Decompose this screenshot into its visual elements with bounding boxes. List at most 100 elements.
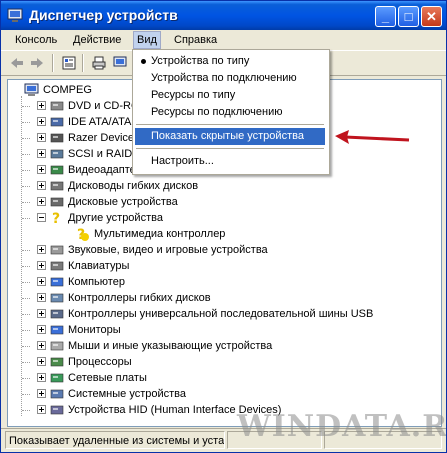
tree-category-label: Процессоры <box>68 356 132 368</box>
expand-toggle-icon[interactable] <box>37 181 46 190</box>
properties-icon[interactable] <box>61 55 77 71</box>
title-bar[interactable]: Диспетчер устройств _ □ ✕ <box>1 1 446 30</box>
hid-device-icon <box>50 405 64 415</box>
tree-category-label: IDE ATA/ATAI <box>68 116 135 128</box>
expand-toggle-icon[interactable] <box>37 293 46 302</box>
tree-device-label: Мультимедиа контроллер <box>94 228 226 240</box>
menu-item-label: Устройства по подключению <box>151 72 297 84</box>
expand-toggle-icon[interactable] <box>37 149 46 158</box>
expand-toggle-icon[interactable] <box>37 357 46 366</box>
tree-category-label: Контроллеры универсальной последовательн… <box>68 308 374 320</box>
tree-connector <box>22 330 30 331</box>
close-button[interactable]: ✕ <box>421 6 442 27</box>
expand-toggle-icon[interactable] <box>37 101 46 110</box>
menu-view[interactable]: Вид <box>133 31 161 49</box>
floppy-controller-icon <box>50 293 64 303</box>
floppy-drive-icon <box>50 181 64 191</box>
expand-toggle-icon[interactable] <box>37 245 46 254</box>
dvd-drive-icon <box>50 101 64 111</box>
system-device-icon <box>50 389 64 399</box>
tree-connector <box>21 96 22 416</box>
mouse-icon <box>50 341 64 351</box>
expand-toggle-icon[interactable] <box>37 165 46 174</box>
tree-connector <box>22 186 30 187</box>
menu-separator <box>136 124 324 125</box>
scan-hardware-icon[interactable] <box>113 55 129 71</box>
tree-connector <box>22 266 30 267</box>
expand-toggle-icon[interactable] <box>37 373 46 382</box>
tree-category-label: SCSI и RAID <box>68 148 133 160</box>
menu-help[interactable]: Справка <box>171 32 220 48</box>
tree-root-label: COMPEG <box>43 84 92 96</box>
view-menu-item-resources-by-type[interactable]: Ресурсы по типу <box>135 87 325 104</box>
tree-connector <box>22 346 30 347</box>
menu-action[interactable]: Действие <box>70 32 124 48</box>
menu-separator <box>136 148 324 149</box>
view-menu-item-show-hidden-devices[interactable]: Показать скрытые устройства <box>135 128 325 145</box>
view-menu-item-customize[interactable]: Настроить... <box>135 153 325 170</box>
expand-toggle-icon[interactable] <box>37 133 46 142</box>
tree-connector <box>22 362 30 363</box>
view-menu-item-devices-by-connection[interactable]: Устройства по подключению <box>135 70 325 87</box>
window-title: Диспетчер устройств <box>29 7 178 23</box>
razer-device-icon <box>50 133 64 143</box>
sound-device-icon <box>50 245 64 255</box>
tree-connector <box>22 218 30 219</box>
expand-toggle-icon[interactable] <box>37 277 46 286</box>
expand-toggle-icon[interactable] <box>37 309 46 318</box>
toolbar-separator <box>82 54 84 72</box>
view-menu-item-devices-by-type[interactable]: Устройства по типу <box>135 53 325 70</box>
tree-connector <box>22 394 30 395</box>
tree-category-label: Звуковые, видео и игровые устройства <box>68 244 268 256</box>
unknown-device-warning-icon: ? <box>77 227 89 242</box>
print-icon[interactable] <box>91 55 107 71</box>
expand-toggle-icon[interactable] <box>37 341 46 350</box>
tree-connector <box>22 314 30 315</box>
tree-category-label: Мониторы <box>68 324 121 336</box>
red-arrow-annotation <box>335 130 410 144</box>
radio-bullet-icon <box>141 59 146 64</box>
tree-category-label: Системные устройства <box>68 388 187 400</box>
status-text: Показывает удаленные из системы и уста <box>5 431 225 449</box>
usb-controller-icon <box>50 309 64 319</box>
computer-icon <box>24 83 39 96</box>
menu-item-label: Ресурсы по типу <box>151 89 236 101</box>
watermark: WINDATA.RU <box>237 409 447 444</box>
menu-item-label: Настроить... <box>151 155 214 167</box>
disk-drive-icon <box>50 197 64 207</box>
expand-toggle-icon[interactable] <box>37 261 46 270</box>
processor-icon <box>50 357 64 367</box>
expand-toggle-icon[interactable] <box>37 325 46 334</box>
tree-connector <box>22 170 30 171</box>
menu-item-label: Показать скрытые устройства <box>151 130 304 142</box>
unknown-device-icon: ? <box>52 211 60 226</box>
tree-connector <box>22 106 30 107</box>
tree-category-label: DVD и CD-RO <box>68 100 140 112</box>
view-menu-item-resources-by-connection[interactable]: Ресурсы по подключению <box>135 104 325 121</box>
minimize-button[interactable]: _ <box>375 6 396 27</box>
maximize-button[interactable]: □ <box>398 6 419 27</box>
view-menu-dropdown: Устройства по типу Устройства по подключ… <box>132 49 330 175</box>
tree-category-label: Дисководы гибких дисков <box>68 180 199 192</box>
tree-category-label: Контроллеры гибких дисков <box>68 292 211 304</box>
menu-item-label: Устройства по типу <box>151 55 250 67</box>
computer-icon <box>50 277 64 287</box>
menu-console[interactable]: Консоль <box>12 32 60 48</box>
tree-connector <box>22 298 30 299</box>
expand-toggle-icon[interactable] <box>37 405 46 414</box>
menu-item-label: Ресурсы по подключению <box>151 106 283 118</box>
tree-connector <box>22 250 30 251</box>
tree-category-label: Другие устройства <box>68 212 163 224</box>
toolbar-separator <box>52 54 54 72</box>
back-arrow-icon[interactable] <box>9 55 25 71</box>
expand-toggle-icon[interactable] <box>37 117 46 126</box>
menu-bar: Консоль Действие Вид Справка <box>1 30 446 50</box>
tree-connector <box>22 202 30 203</box>
forward-arrow-icon[interactable] <box>29 55 45 71</box>
tree-category-label: Мыши и иные указывающие устройства <box>68 340 273 352</box>
ide-controller-icon <box>50 117 64 127</box>
tree-connector <box>22 410 30 411</box>
collapse-toggle-icon[interactable] <box>37 213 46 222</box>
expand-toggle-icon[interactable] <box>37 197 46 206</box>
expand-toggle-icon[interactable] <box>37 389 46 398</box>
